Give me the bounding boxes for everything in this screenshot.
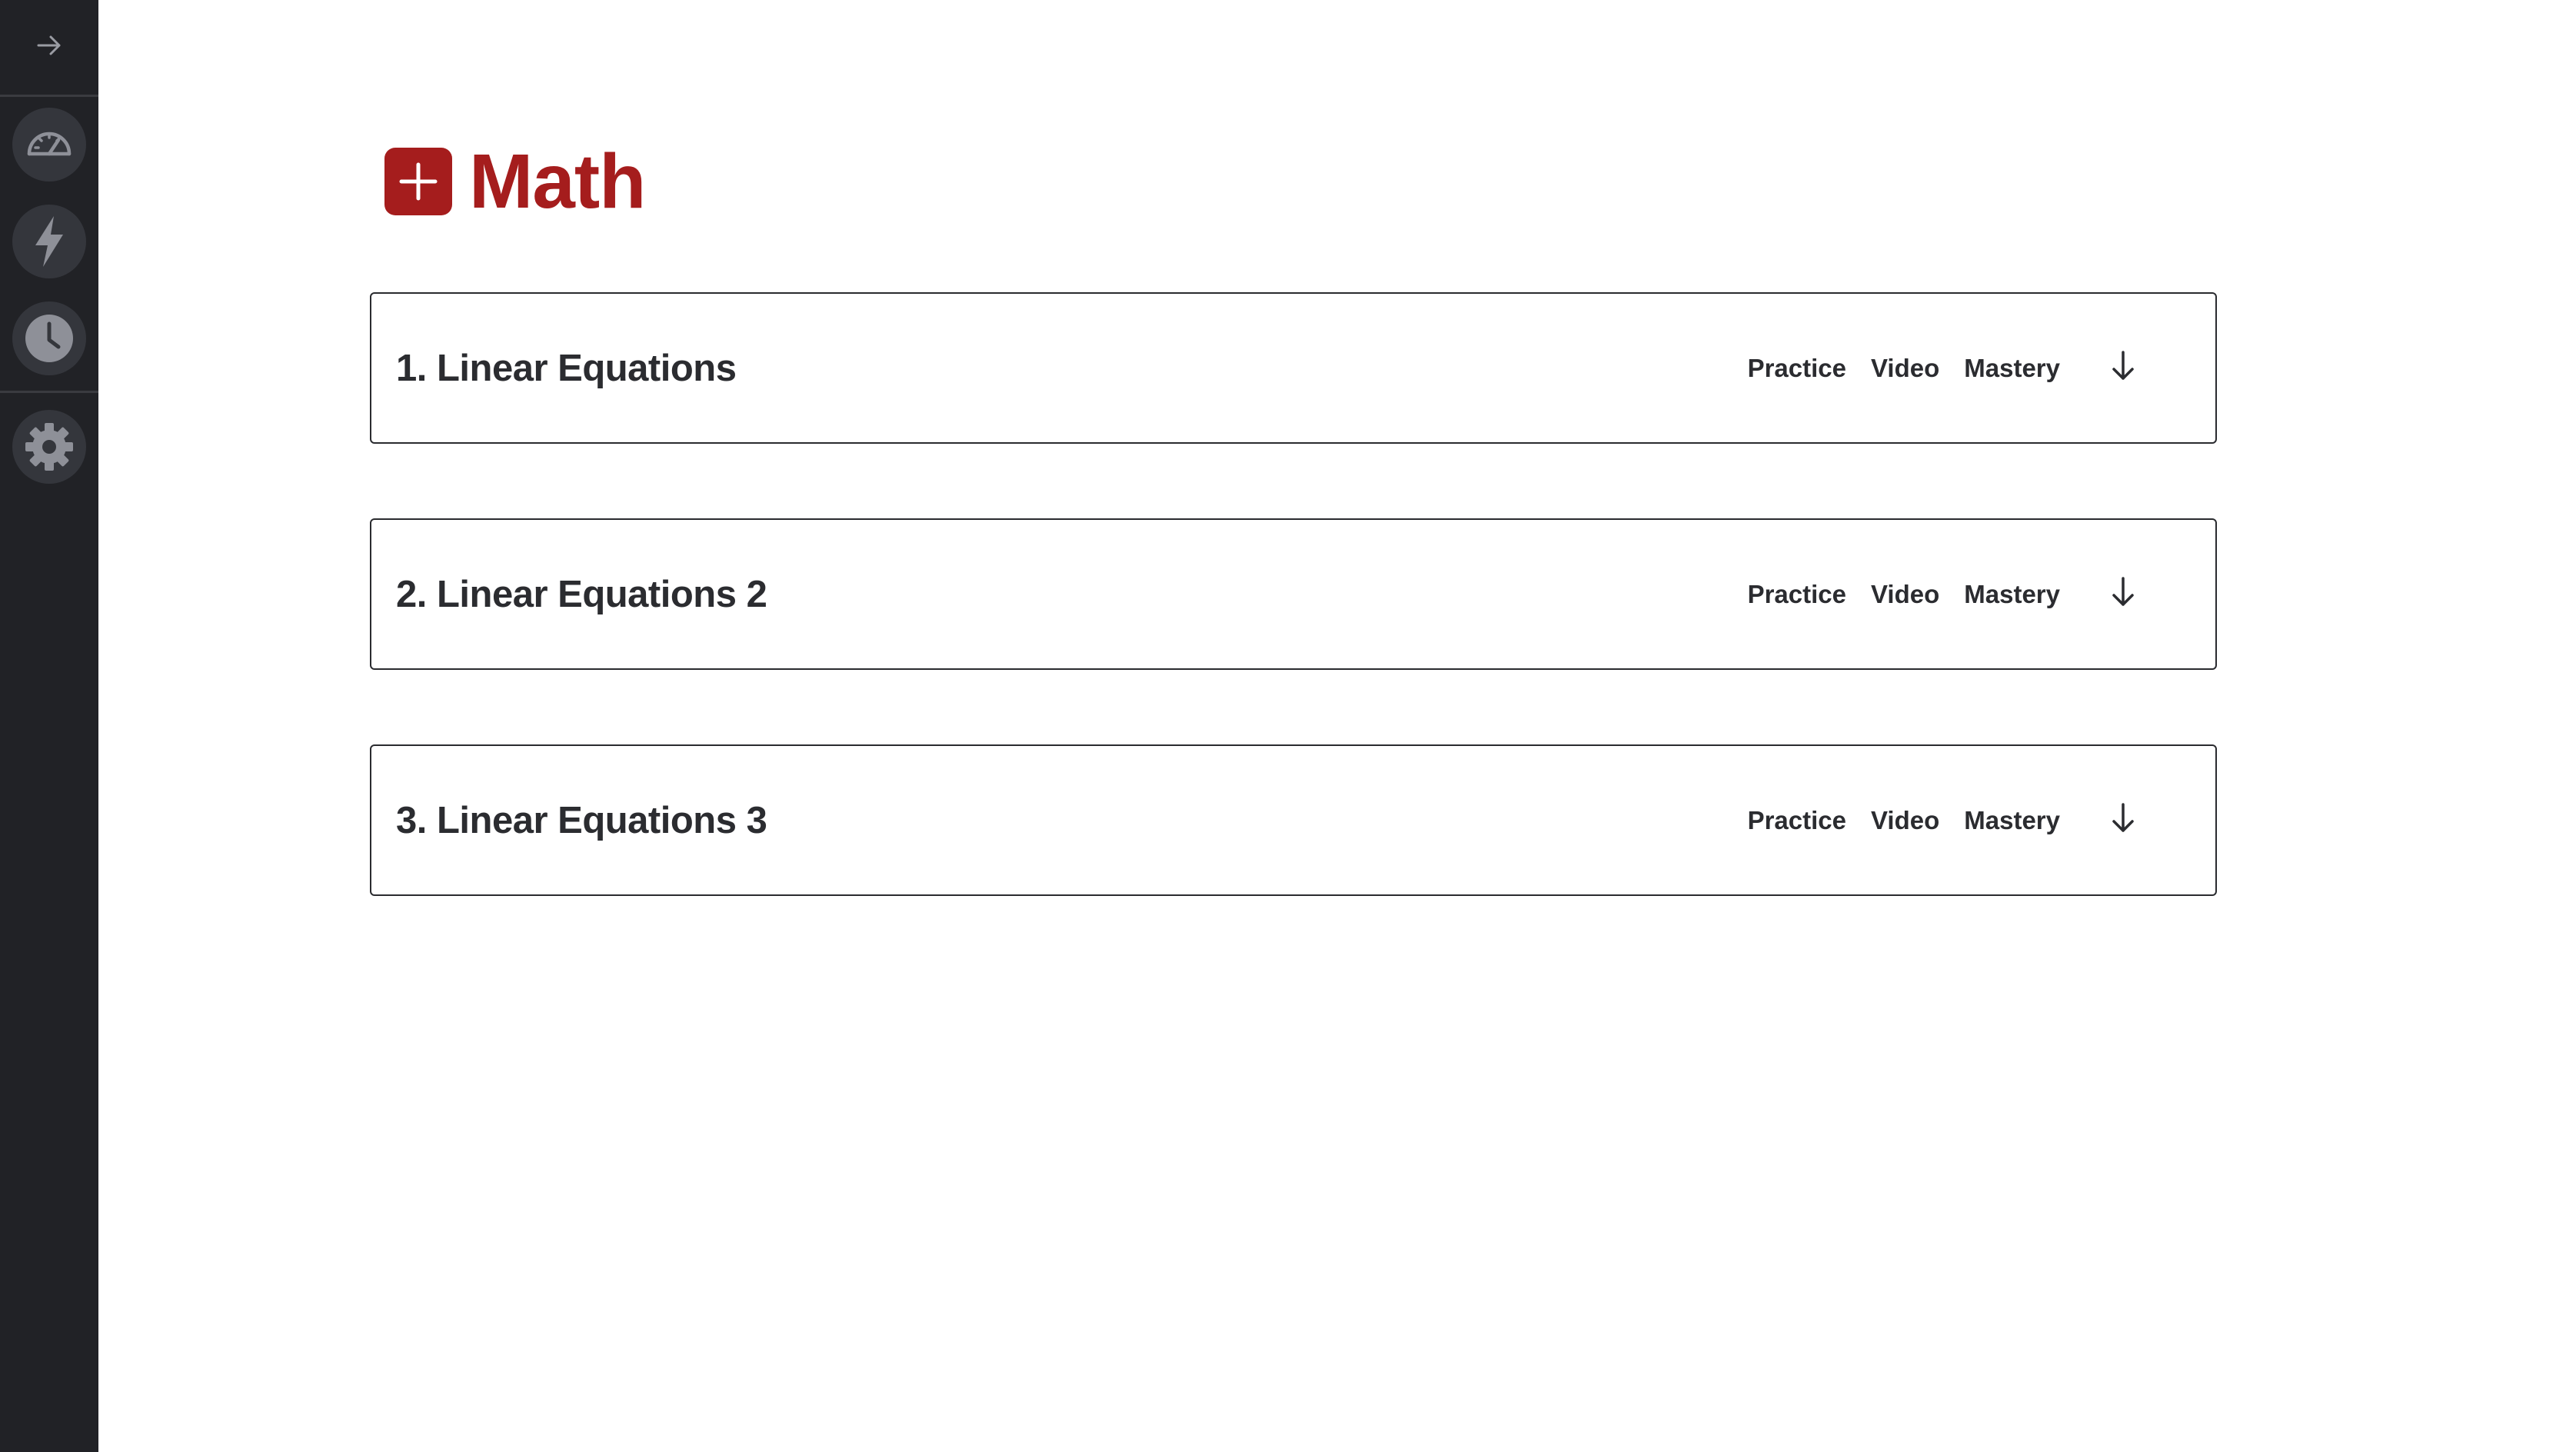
lightning-icon xyxy=(28,215,71,268)
clock-icon xyxy=(24,313,75,364)
expand-button[interactable] xyxy=(2105,350,2142,387)
sidebar xyxy=(0,0,98,1452)
arrow-down-icon xyxy=(2108,575,2138,613)
video-link[interactable]: Video xyxy=(1871,354,1939,383)
gear-icon xyxy=(24,421,75,472)
speedometer-icon xyxy=(25,120,74,169)
app: Math 1. Linear Equations Practice Video … xyxy=(0,0,2576,1452)
video-link[interactable]: Video xyxy=(1871,580,1939,609)
expand-button[interactable] xyxy=(2105,802,2142,839)
plus-square-icon xyxy=(384,148,452,215)
lesson-actions: Practice Video Mastery xyxy=(1748,520,2142,668)
lesson-list: 1. Linear Equations Practice Video Maste… xyxy=(370,292,2217,971)
arrow-right-icon xyxy=(34,30,65,65)
sidebar-bottom xyxy=(0,393,98,484)
lesson-card[interactable]: 3. Linear Equations 3 Practice Video Mas… xyxy=(370,744,2217,896)
page-heading: Math xyxy=(384,138,646,225)
practice-link[interactable]: Practice xyxy=(1748,354,1846,383)
mastery-link[interactable]: Mastery xyxy=(1964,806,2060,835)
sidebar-expand-button[interactable] xyxy=(0,0,98,97)
arrow-down-icon xyxy=(2108,349,2138,387)
sidebar-item-history[interactable] xyxy=(12,301,86,375)
lesson-actions: Practice Video Mastery xyxy=(1748,746,2142,894)
lesson-card[interactable]: 2. Linear Equations 2 Practice Video Mas… xyxy=(370,518,2217,670)
sidebar-nav xyxy=(0,97,98,393)
arrow-down-icon xyxy=(2108,801,2138,839)
practice-link[interactable]: Practice xyxy=(1748,580,1846,609)
video-link[interactable]: Video xyxy=(1871,806,1939,835)
page-title: Math xyxy=(469,138,646,225)
sidebar-item-settings[interactable] xyxy=(12,410,86,484)
lesson-title[interactable]: 2. Linear Equations 2 xyxy=(396,573,767,616)
expand-button[interactable] xyxy=(2105,576,2142,613)
practice-link[interactable]: Practice xyxy=(1748,806,1846,835)
lesson-card[interactable]: 1. Linear Equations Practice Video Maste… xyxy=(370,292,2217,444)
lesson-title[interactable]: 3. Linear Equations 3 xyxy=(396,799,767,842)
mastery-link[interactable]: Mastery xyxy=(1964,580,2060,609)
sidebar-item-dashboard[interactable] xyxy=(12,108,86,182)
lesson-actions: Practice Video Mastery xyxy=(1748,294,2142,442)
lesson-title[interactable]: 1. Linear Equations xyxy=(396,347,737,390)
sidebar-item-quick[interactable] xyxy=(12,205,86,278)
mastery-link[interactable]: Mastery xyxy=(1964,354,2060,383)
main-content: Math 1. Linear Equations Practice Video … xyxy=(98,0,2576,1452)
